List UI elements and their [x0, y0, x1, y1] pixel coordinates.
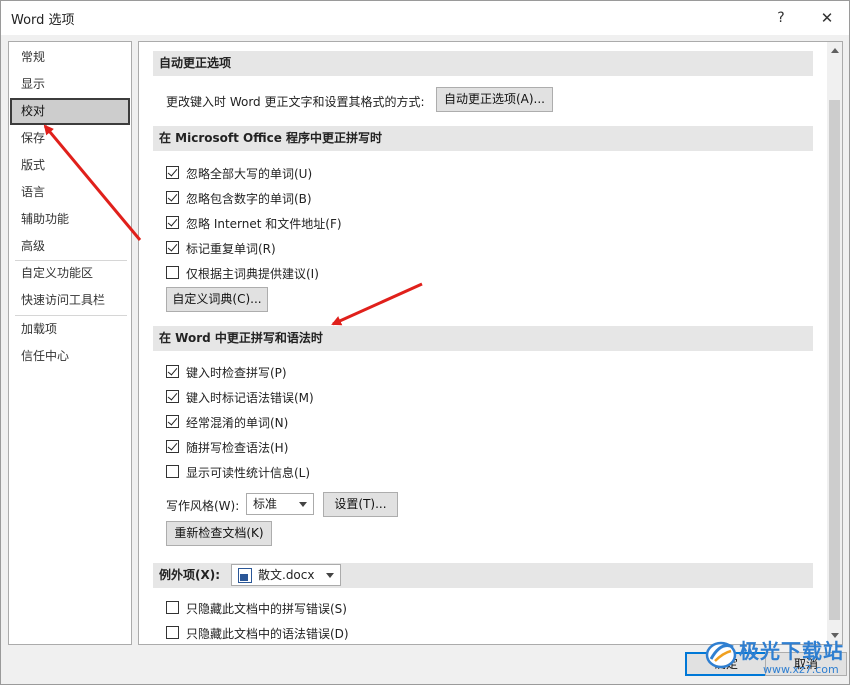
chevron-down-icon	[299, 502, 307, 507]
close-button[interactable]: ✕	[813, 5, 841, 31]
ignore-numbers-checkbox[interactable]	[166, 191, 179, 204]
section-heading-autocorrect: 自动更正选项	[153, 51, 813, 76]
flag-repeated-words-label[interactable]: 标记重复单词(R)	[186, 240, 276, 257]
mark-grammar-label[interactable]: 键入时标记语法错误(M)	[186, 389, 314, 406]
sidebar-item-trust-center[interactable]: 信任中心	[10, 343, 130, 370]
sidebar-item-customize-ribbon[interactable]: 自定义功能区	[10, 260, 130, 287]
sidebar-item-language[interactable]: 语言	[10, 179, 130, 206]
ignore-internet-label[interactable]: 忽略 Internet 和文件地址(F)	[186, 215, 342, 232]
sidebar-item-layout[interactable]: 版式	[10, 152, 130, 179]
scroll-up-arrow-icon[interactable]	[827, 42, 842, 59]
ignore-numbers-label[interactable]: 忽略包含数字的单词(B)	[186, 190, 312, 207]
writing-style-label: 写作风格(W):	[166, 499, 240, 513]
main-dictionary-only-label[interactable]: 仅根据主词典提供建议(I)	[186, 265, 319, 282]
hide-grammar-errors-checkbox[interactable]	[166, 626, 179, 639]
sidebar-item-save[interactable]: 保存	[10, 125, 130, 152]
autocorrect-options-button[interactable]: 自动更正选项(A)...	[436, 87, 553, 112]
content-scrollbar[interactable]	[827, 42, 842, 644]
sidebar-item-advanced[interactable]: 高级	[10, 233, 130, 260]
check-spelling-checkbox[interactable]	[166, 365, 179, 378]
check-grammar-label[interactable]: 随拼写检查语法(H)	[186, 439, 288, 456]
readability-stats-checkbox[interactable]	[166, 465, 179, 478]
watermark-logo-icon	[705, 641, 737, 669]
help-button[interactable]: ?	[767, 5, 795, 31]
main-dictionary-only-checkbox[interactable]	[166, 266, 179, 279]
grammar-settings-button[interactable]: 设置(T)...	[323, 492, 398, 517]
check-grammar-checkbox[interactable]	[166, 440, 179, 453]
autocorrect-description: 更改键入时 Word 更正文字和设置其格式的方式:	[166, 95, 425, 109]
readability-stats-label[interactable]: 显示可读性统计信息(L)	[186, 464, 310, 481]
options-sidebar: 常规 显示 校对 保存 版式 语言 辅助功能 高级 自定义功能区 快速访问工具栏…	[8, 41, 132, 645]
word-options-dialog: Word 选项 ? ✕ 常规 显示 校对 保存 版式 语言 辅助功能 高级 自定…	[0, 0, 850, 685]
section-heading-office-spelling: 在 Microsoft Office 程序中更正拼写时	[153, 126, 813, 151]
ignore-internet-checkbox[interactable]	[166, 216, 179, 229]
mark-grammar-checkbox[interactable]	[166, 390, 179, 403]
sidebar-item-proofing[interactable]: 校对	[10, 98, 130, 125]
flag-repeated-words-checkbox[interactable]	[166, 241, 179, 254]
chevron-down-icon	[326, 573, 334, 578]
word-document-icon	[238, 568, 252, 583]
title-bar: Word 选项 ? ✕	[1, 1, 849, 35]
hide-grammar-errors-label[interactable]: 只隐藏此文档中的语法错误(D)	[186, 625, 349, 642]
sidebar-item-general[interactable]: 常规	[10, 44, 130, 71]
exceptions-document-select[interactable]: 散文.docx	[231, 564, 341, 586]
exceptions-document-name: 散文.docx	[258, 568, 315, 582]
custom-dictionaries-button[interactable]: 自定义词典(C)...	[166, 287, 268, 312]
hide-spelling-errors-checkbox[interactable]	[166, 601, 179, 614]
ignore-uppercase-checkbox[interactable]	[166, 166, 179, 179]
dialog-title: Word 选项	[11, 13, 75, 28]
writing-style-select[interactable]: 标准	[246, 493, 314, 515]
sidebar-item-quick-access-toolbar[interactable]: 快速访问工具栏	[10, 287, 130, 314]
proofing-panel: 自动更正选项 更改键入时 Word 更正文字和设置其格式的方式: 自动更正选项(…	[138, 41, 843, 645]
confused-words-checkbox[interactable]	[166, 415, 179, 428]
confused-words-label[interactable]: 经常混淆的单词(N)	[186, 414, 288, 431]
sidebar-item-accessibility[interactable]: 辅助功能	[10, 206, 130, 233]
scroll-thumb[interactable]	[829, 100, 840, 620]
exceptions-label: 例外项(X):	[159, 568, 221, 582]
writing-style-value: 标准	[253, 497, 278, 511]
recheck-document-button[interactable]: 重新检查文档(K)	[166, 521, 272, 546]
site-watermark: 极光下载站 www.xz7.com	[701, 633, 849, 683]
sidebar-item-display[interactable]: 显示	[10, 71, 130, 98]
section-heading-word-spelling: 在 Word 中更正拼写和语法时	[153, 326, 813, 351]
watermark-text: 极光下载站	[739, 639, 844, 663]
sidebar-item-add-ins[interactable]: 加载项	[10, 316, 130, 343]
ignore-uppercase-label[interactable]: 忽略全部大写的单词(U)	[186, 165, 312, 182]
check-spelling-label[interactable]: 键入时检查拼写(P)	[186, 364, 287, 381]
watermark-url: www.xz7.com	[763, 663, 839, 676]
hide-spelling-errors-label[interactable]: 只隐藏此文档中的拼写错误(S)	[186, 600, 347, 617]
